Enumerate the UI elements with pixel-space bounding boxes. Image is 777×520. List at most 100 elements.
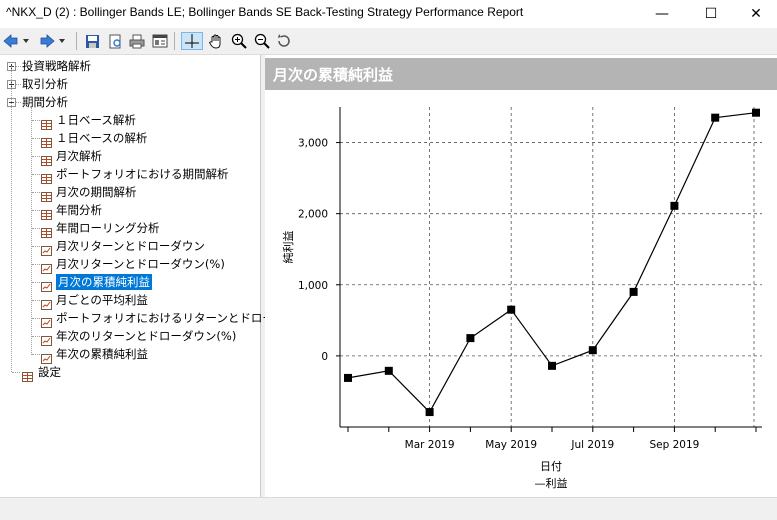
tree-item-label: 月次リターンとドローダウン(%)	[56, 257, 225, 271]
zoom-out-icon[interactable]	[253, 32, 271, 50]
tree-item-top[interactable]: 期間分析	[22, 93, 68, 111]
tree-connector	[32, 264, 40, 265]
back-dropdown-icon[interactable]	[21, 32, 31, 50]
chart-report-icon	[41, 277, 52, 292]
tree-item-top[interactable]: 投資戦略解析	[22, 57, 91, 75]
tree-item-label: 取引分析	[22, 77, 68, 91]
print-preview-icon[interactable]	[106, 32, 124, 50]
tree-item-label: 月次の累積純利益	[56, 274, 152, 290]
reset-zoom-icon[interactable]	[275, 32, 293, 50]
tree-item-report[interactable]: ポートフォリオにおける期間解析	[56, 165, 229, 183]
tree-item-label: 設定	[38, 365, 61, 379]
toolbar	[0, 28, 777, 55]
tree-connector	[32, 156, 40, 157]
legend-entry: —利益	[535, 476, 568, 490]
tree-item-report[interactable]: 月次解析	[56, 147, 102, 165]
tree-item-report[interactable]: 月次の期間解析	[56, 183, 137, 201]
tree-item-report[interactable]: 年次のリターンとドローダウン(%)	[56, 327, 236, 345]
data-point-marker	[384, 366, 393, 375]
window-title: ^NKX_D (2) : Bollinger Bands LE; Bolling…	[6, 5, 524, 19]
tree-connector	[32, 336, 40, 337]
forward-icon[interactable]	[38, 32, 56, 50]
tree-connector	[16, 102, 21, 103]
status-bar	[0, 497, 777, 520]
table-report-icon	[41, 205, 52, 220]
zoom-in-icon[interactable]	[230, 32, 248, 50]
tree-item-report[interactable]: 年間分析	[56, 201, 102, 219]
chart-report-icon	[41, 241, 52, 256]
tree-item-report[interactable]: 年間ローリング分析	[56, 219, 160, 237]
y-tick-label: 0	[321, 351, 328, 363]
tree-item-label: 月次の期間解析	[56, 185, 137, 199]
tree-item-report[interactable]: 月次リターンとドローダウン	[56, 237, 205, 255]
table-report-icon	[41, 115, 52, 130]
crosshair-icon[interactable]	[181, 32, 203, 50]
tree-item-report[interactable]: 年次の累積純利益	[56, 345, 148, 363]
chart-report-icon	[41, 259, 52, 274]
tree-connector	[16, 66, 21, 67]
properties-icon[interactable]	[151, 32, 169, 50]
data-point-marker	[344, 373, 352, 382]
tree-item-label: 月次リターンとドローダウン	[56, 239, 205, 253]
tree-item-label: 年次の累積純利益	[56, 347, 148, 361]
settings-icon	[22, 367, 33, 382]
x-tick-label: Sep 2019	[649, 439, 699, 451]
close-button[interactable]: ✕	[733, 0, 777, 28]
tree-connector	[32, 174, 40, 175]
table-report-icon	[41, 151, 52, 166]
tree-item-report[interactable]: 月次リターンとドローダウン(%)	[56, 255, 225, 273]
data-point-marker	[588, 346, 597, 355]
tree-item-report[interactable]: １日ベース解析	[56, 111, 136, 129]
y-tick-label: 3,000	[298, 138, 328, 150]
chart-report-icon	[41, 349, 52, 364]
report-title: 月次の累積純利益	[273, 66, 394, 84]
tree-item-report[interactable]: 月次の累積純利益	[56, 273, 152, 291]
tree-connector	[32, 192, 40, 193]
data-point-marker	[466, 334, 475, 343]
tree-connector	[32, 138, 40, 139]
tree-connector	[32, 120, 40, 121]
maximize-button[interactable]: ☐	[688, 0, 734, 28]
tree-item-label: １日ベース解析	[56, 113, 136, 127]
minimize-button[interactable]: —	[639, 0, 685, 28]
tree-connector	[32, 282, 40, 283]
forward-dropdown-icon[interactable]	[57, 32, 67, 50]
hand-pan-icon[interactable]	[207, 32, 225, 50]
tree-item-report[interactable]: １日ベースの解析	[56, 129, 147, 147]
data-point-marker	[629, 287, 638, 296]
chart-report-icon	[41, 313, 52, 328]
tree-connector	[32, 228, 40, 229]
y-tick-label: 1,000	[298, 280, 328, 292]
print-icon[interactable]	[128, 32, 146, 50]
x-tick-label: May 2019	[485, 439, 537, 451]
tree-item-label: 年間ローリング分析	[56, 221, 160, 235]
data-point-marker	[670, 201, 679, 210]
toolbar-separator	[174, 32, 175, 50]
y-tick-label: 2,000	[298, 209, 328, 221]
x-axis-label: 日付	[540, 460, 562, 473]
tree-connector	[32, 300, 40, 301]
tree-item-top[interactable]: 取引分析	[22, 75, 68, 93]
cumulative-net-profit-chart[interactable]: 0 1,000 2,000 3,000 Mar 2019 May 2019 Jul 2019…	[265, 90, 777, 497]
tree-item-report[interactable]: 月ごとの平均利益	[56, 291, 148, 309]
data-point-marker	[507, 305, 516, 314]
tree-item-label: 年間分析	[56, 203, 102, 217]
tree-item-settings[interactable]: 設定	[38, 363, 61, 381]
table-report-icon	[41, 169, 52, 184]
data-point-marker	[548, 361, 556, 370]
y-axis-label: 純利益	[281, 231, 295, 264]
data-point-marker	[752, 108, 760, 117]
x-tick-label: Jul 2019	[570, 439, 614, 451]
save-icon[interactable]	[83, 32, 101, 50]
tree-item-label: 月次解析	[56, 149, 102, 163]
chart-report-icon	[41, 331, 52, 346]
tree-connector	[32, 318, 40, 319]
table-report-icon	[41, 187, 52, 202]
back-icon[interactable]	[2, 32, 20, 50]
tree-item-label: ポートフォリオにおける期間解析	[56, 167, 229, 181]
table-report-icon	[41, 133, 52, 148]
tree-item-label: 年次のリターンとドローダウン(%)	[56, 329, 237, 343]
data-point-marker	[711, 113, 720, 122]
tree-item-label: 投資戦略解析	[22, 59, 91, 73]
report-header-banner: 月次の累積純利益	[265, 58, 777, 90]
